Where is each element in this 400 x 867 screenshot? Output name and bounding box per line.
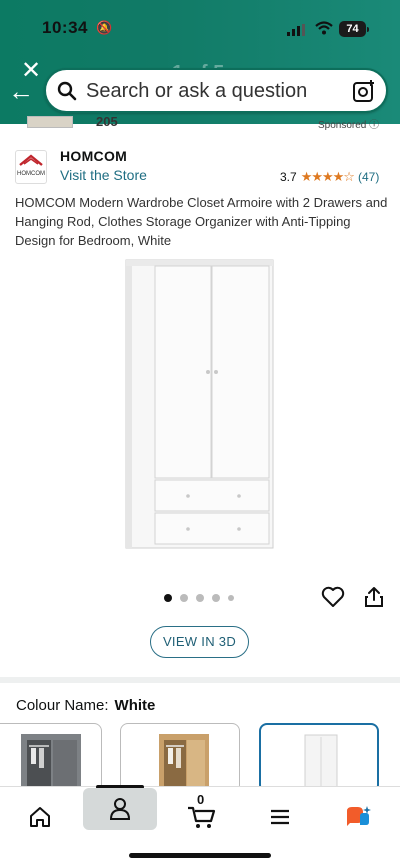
gallery-dot[interactable] — [212, 594, 220, 602]
swatch-oak[interactable] — [120, 723, 240, 793]
colour-name: Colour Name: White — [16, 697, 155, 714]
status-time: 10:34 — [42, 18, 88, 37]
nav-rufus-assistant[interactable] — [340, 795, 376, 839]
store-name: HOMCOM — [60, 148, 128, 164]
homcom-logo-icon: HOMCOM — [17, 154, 45, 177]
sponsored-label: Sponsored ⓘ — [318, 120, 380, 131]
swatch-grey[interactable] — [0, 723, 102, 793]
swatch-white[interactable] — [259, 723, 379, 793]
peek-thumbnail — [27, 116, 73, 128]
menu-icon — [271, 809, 289, 825]
wifi-icon — [315, 21, 333, 35]
header-band: 10:34 🔕 74 1 of 5 ✕ ← Search or ask a qu… — [0, 0, 400, 124]
home-indicator — [129, 853, 271, 858]
product-image[interactable] — [122, 256, 277, 552]
previous-content-peek: 205 Sponsored ⓘ — [0, 114, 400, 132]
gallery-dot[interactable] — [228, 595, 234, 601]
visit-store-link[interactable]: Visit the Store — [60, 167, 147, 183]
grey-wardrobe-thumbnail — [21, 734, 81, 792]
rating-value: 3.7 — [280, 170, 297, 184]
home-icon — [30, 807, 50, 827]
nav-menu[interactable] — [262, 795, 298, 839]
cellular-signal-icon — [287, 24, 305, 36]
status-bar: 10:34 🔕 74 — [0, 18, 400, 42]
search-input[interactable]: Search or ask a question — [86, 80, 307, 103]
colour-label: Colour Name: — [16, 697, 109, 714]
logo-text: HOMCOM — [17, 171, 45, 177]
gallery-dot[interactable] — [180, 594, 188, 602]
rating-count[interactable]: (47) — [358, 170, 379, 184]
silent-bell-icon: 🔕 — [96, 20, 113, 35]
colour-value: White — [114, 697, 156, 714]
back-arrow-icon[interactable]: ← — [8, 78, 36, 104]
search-bar[interactable]: Search or ask a question — [44, 68, 388, 113]
gallery-dot[interactable] — [196, 594, 204, 602]
white-wardrobe-thumbnail — [304, 734, 338, 791]
nav-home[interactable] — [20, 795, 60, 839]
ai-assistant-icon — [347, 806, 371, 826]
view-in-3d-button[interactable]: VIEW IN 3D — [150, 626, 249, 658]
user-icon — [109, 798, 131, 820]
share-icon[interactable] — [364, 586, 384, 608]
peek-number: 205 — [96, 114, 118, 129]
oak-wardrobe-thumbnail — [159, 734, 209, 792]
store-logo[interactable]: HOMCOM — [15, 150, 47, 184]
section-divider — [0, 677, 400, 683]
battery-tip — [367, 27, 369, 32]
gallery-dot[interactable] — [164, 594, 172, 602]
rating[interactable]: 3.7 ★★★★☆ (47) — [280, 169, 379, 185]
battery-indicator: 74 — [339, 21, 366, 37]
search-icon — [57, 81, 77, 101]
product-title: HOMCOM Modern Wardrobe Closet Armoire wi… — [15, 195, 388, 248]
gallery-dots[interactable] — [164, 594, 234, 602]
nav-account[interactable] — [83, 788, 157, 830]
heart-icon[interactable] — [321, 586, 345, 608]
camera-search-icon[interactable] — [352, 79, 376, 103]
cart-count-badge: 0 — [197, 792, 205, 807]
star-rating-icon: ★★★★☆ — [300, 169, 355, 184]
cart-icon — [188, 806, 216, 828]
